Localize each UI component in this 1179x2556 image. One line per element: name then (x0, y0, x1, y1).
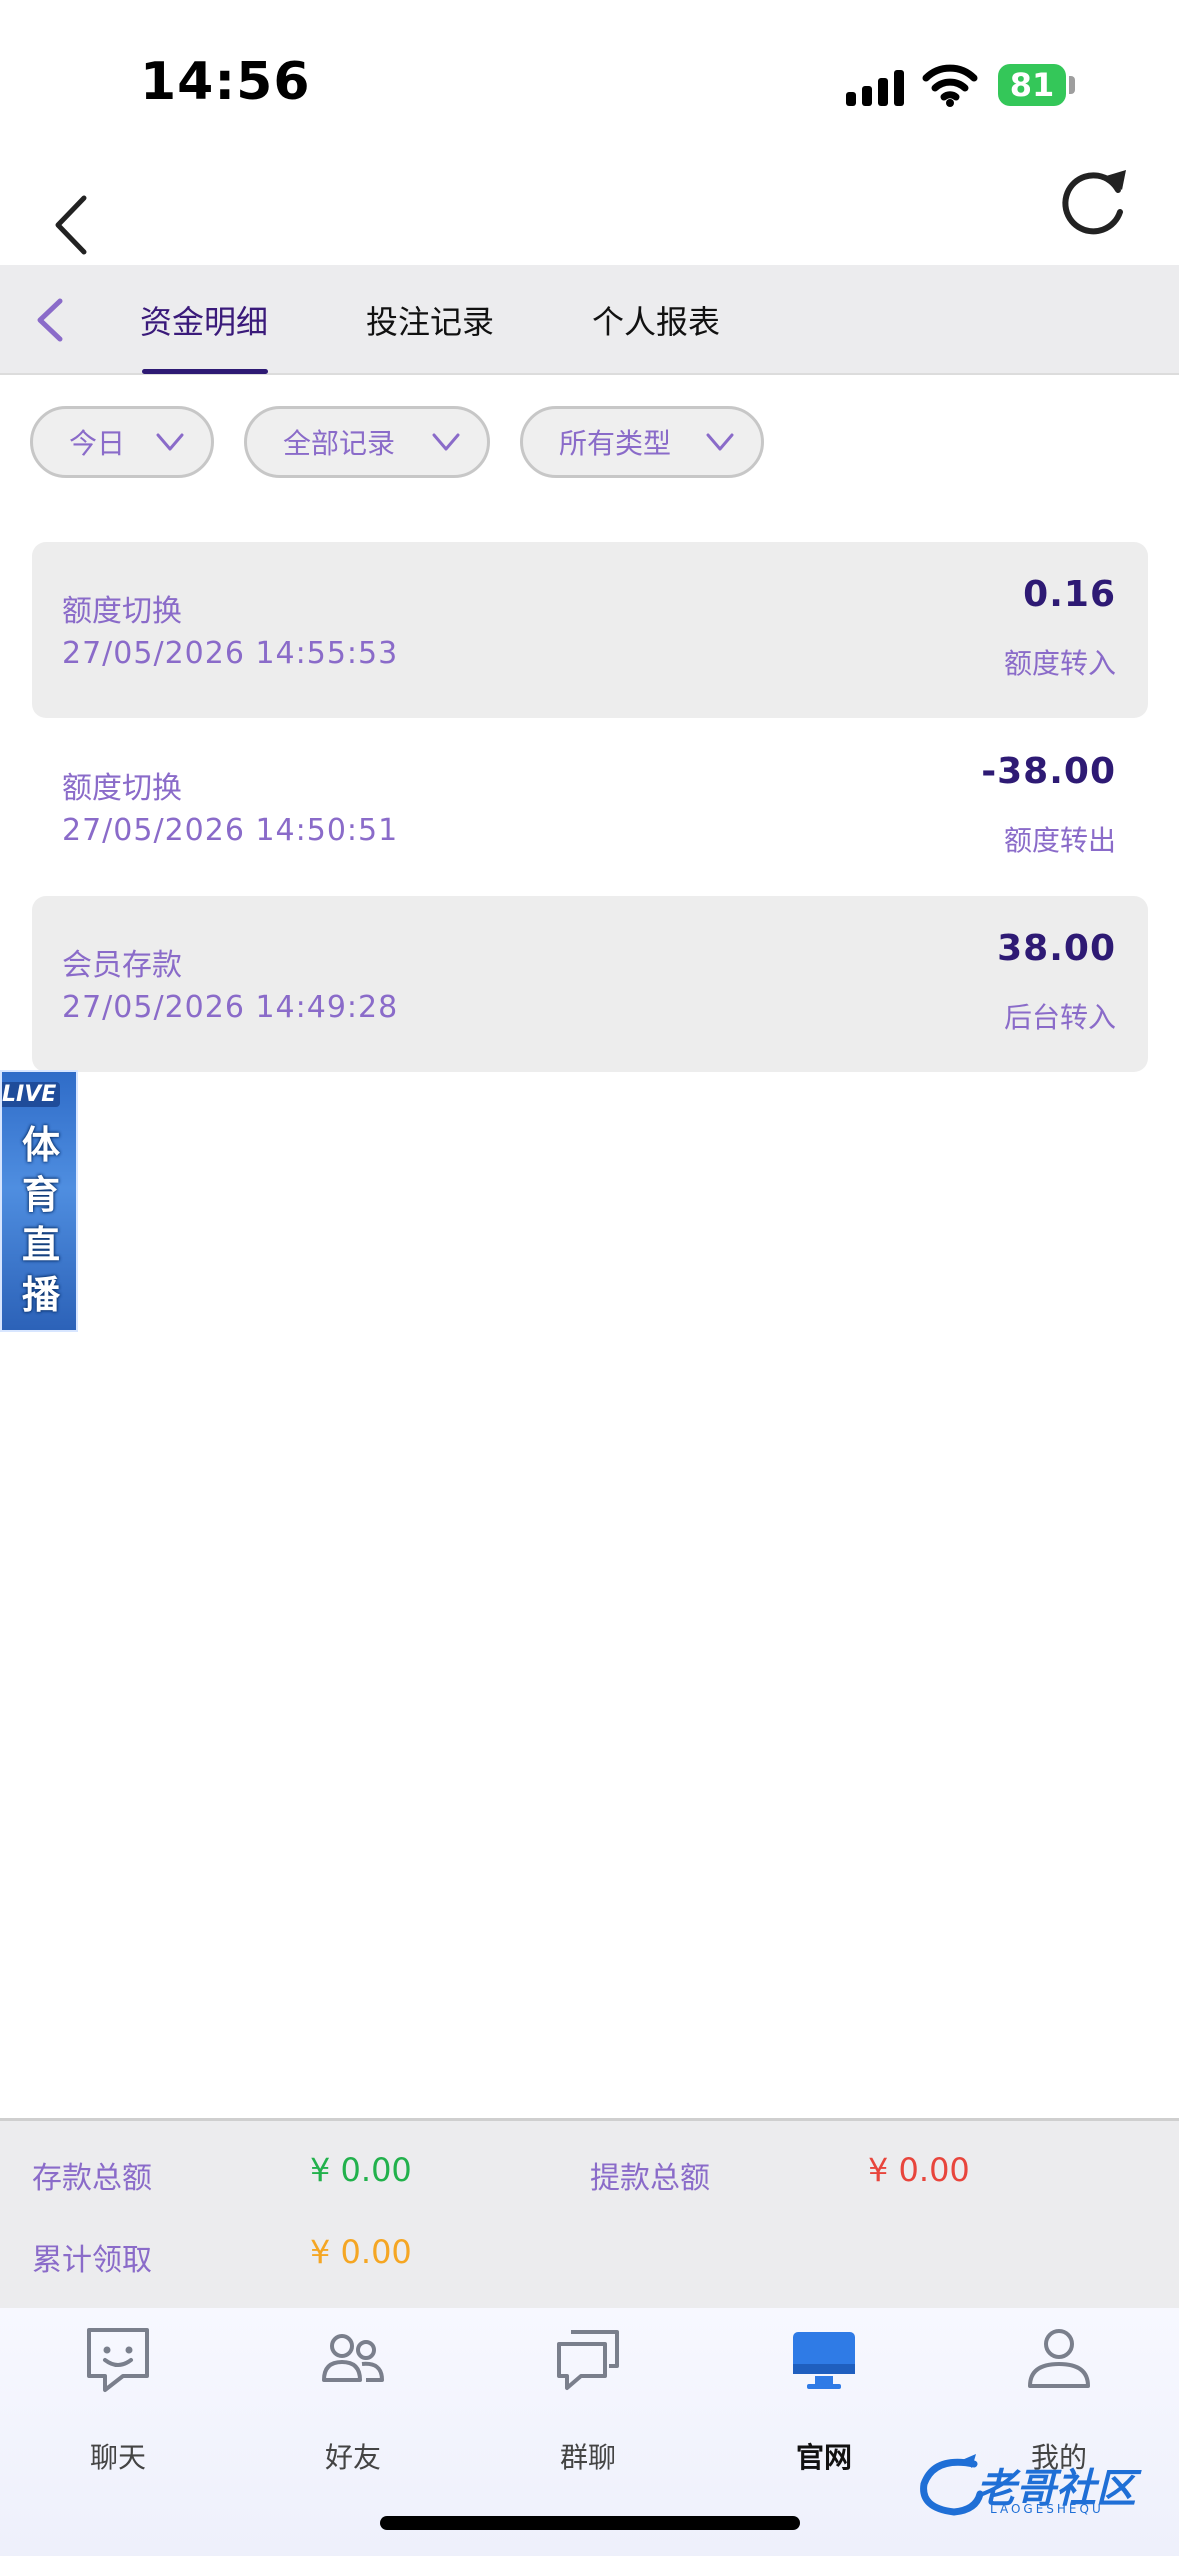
nav-official-site[interactable]: 官网 (754, 2324, 894, 2474)
nav-chat[interactable]: 聊天 (48, 2324, 188, 2474)
nav-friends-label: 好友 (324, 2441, 381, 2474)
filter-date-label: 今日 (69, 427, 126, 460)
claimed-total-value: ¥ 0.00 (310, 2233, 412, 2271)
record-type: 后台转入 (1003, 1001, 1116, 1034)
nav-official-site-label: 官网 (795, 2441, 852, 2474)
record-amount: 0.16 (1023, 574, 1116, 615)
deposit-total-value: ¥ 0.00 (310, 2151, 412, 2189)
cellular-signal-icon (846, 68, 906, 106)
claimed-total-label: 累计领取 (32, 2243, 152, 2278)
filter-records-label: 全部记录 (283, 427, 396, 460)
monitor-icon (793, 2332, 855, 2389)
profile-icon (1028, 2329, 1090, 2388)
nav-group-chat[interactable]: 群聊 (518, 2324, 658, 2474)
summary-panel: 存款总额 ¥ 0.00 提款总额 ¥ 0.00 累计领取 ¥ 0.00 (0, 2118, 1179, 2308)
home-indicator[interactable] (380, 2516, 800, 2530)
filter-date[interactable]: 今日 (30, 406, 214, 478)
list-item[interactable]: 额度切换 27/05/2026 14:55:53 0.16 额度转入 (32, 542, 1148, 718)
withdraw-total-label: 提款总额 (590, 2161, 710, 2196)
withdraw-total-value: ¥ 0.00 (868, 2151, 970, 2189)
nav-friends[interactable]: 好友 (283, 2324, 423, 2474)
wifi-icon (922, 64, 978, 107)
filter-records[interactable]: 全部记录 (244, 406, 490, 478)
battery-level: 81 (1009, 66, 1055, 104)
tabs-bar: 资金明细 投注记录 个人报表 (0, 265, 1179, 375)
list-item[interactable]: 会员存款 27/05/2026 14:49:28 38.00 后台转入 (32, 896, 1148, 1072)
record-time: 27/05/2026 14:50:51 (62, 813, 399, 848)
filter-types-label: 所有类型 (559, 427, 672, 460)
record-time: 27/05/2026 14:49:28 (62, 990, 399, 1025)
battery-tip (1069, 76, 1075, 94)
record-amount: -38.00 (981, 751, 1116, 792)
record-amount: 38.00 (997, 928, 1116, 969)
nav-group-chat-label: 群聊 (559, 2441, 616, 2474)
filter-types[interactable]: 所有类型 (520, 406, 764, 478)
list-item[interactable]: 额度切换 27/05/2026 14:50:51 -38.00 额度转出 (32, 719, 1148, 895)
tab-bet-records[interactable]: 投注记录 (366, 297, 494, 343)
nav-profile[interactable]: 我的 (989, 2324, 1129, 2474)
status-time: 14:56 (140, 52, 311, 112)
chevron-down-icon (156, 433, 184, 451)
chevron-down-icon (432, 433, 460, 451)
live-tag: LIVE (2, 1082, 61, 1107)
chevron-down-icon (706, 433, 734, 451)
nav-chat-label: 聊天 (89, 2441, 146, 2474)
live-banner-label: 体育直播 (21, 1123, 60, 1317)
dragon-logo-icon (920, 2454, 984, 2516)
live-sports-banner[interactable]: LIVE 体育直播 (0, 1070, 78, 1332)
record-type: 额度转入 (1003, 647, 1116, 680)
record-title: 额度切换 (62, 594, 182, 629)
record-time: 27/05/2026 14:55:53 (62, 636, 399, 671)
record-title: 会员存款 (62, 948, 182, 983)
live-banner-text: 体育直播 (2, 1120, 76, 1320)
deposit-total-label: 存款总额 (32, 2161, 152, 2196)
watermark-logo: 老哥社区 LAOGESHEQU (914, 2450, 1164, 2520)
refresh-button[interactable] (1056, 160, 1136, 240)
chat-icon (87, 2328, 149, 2392)
record-type: 额度转出 (1003, 824, 1116, 857)
watermark-subtext: LAOGESHEQU (990, 2502, 1104, 2516)
active-tab-indicator (142, 369, 268, 374)
tab-personal-report[interactable]: 个人报表 (592, 297, 720, 343)
friends-icon (322, 2334, 384, 2382)
tab-fund-details[interactable]: 资金明细 (140, 297, 268, 343)
battery-indicator: 81 (998, 64, 1066, 106)
back-button[interactable] (40, 190, 100, 260)
group-chat-icon (557, 2330, 619, 2390)
record-title: 额度切换 (62, 771, 182, 806)
tabs-back-icon[interactable] (30, 295, 70, 345)
